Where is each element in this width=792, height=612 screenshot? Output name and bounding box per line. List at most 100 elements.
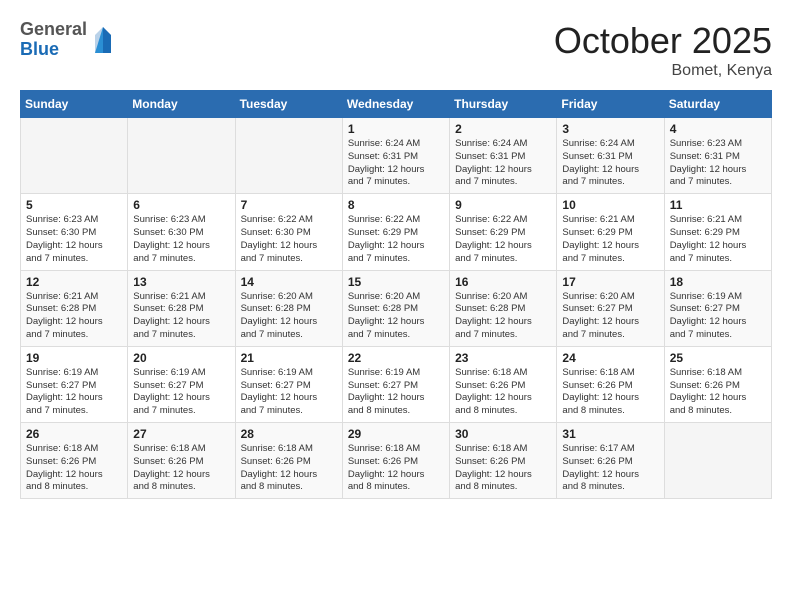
- logo-text: General Blue: [20, 20, 87, 60]
- calendar-week-row: 19 Sunrise: 6:19 AM Sunset: 6:27 PM Dayli…: [21, 346, 772, 422]
- calendar-cell: 16 Sunrise: 6:20 AM Sunset: 6:28 PM Dayli…: [450, 270, 557, 346]
- day-info: Sunrise: 6:21 AM Sunset: 6:29 PM Dayligh…: [670, 214, 766, 265]
- calendar-header-row: SundayMondayTuesdayWednesdayThursdayFrid…: [21, 91, 772, 118]
- day-number: 6: [133, 198, 229, 212]
- day-info: Sunrise: 6:17 AM Sunset: 6:26 PM Dayligh…: [562, 443, 658, 494]
- day-number: 29: [348, 427, 444, 441]
- calendar-cell: 21 Sunrise: 6:19 AM Sunset: 6:27 PM Dayli…: [235, 346, 342, 422]
- calendar-week-row: 26 Sunrise: 6:18 AM Sunset: 6:26 PM Dayli…: [21, 423, 772, 499]
- day-number: 21: [241, 351, 337, 365]
- day-number: 18: [670, 275, 766, 289]
- day-info: Sunrise: 6:19 AM Sunset: 6:27 PM Dayligh…: [133, 367, 229, 418]
- calendar-cell: 31 Sunrise: 6:17 AM Sunset: 6:26 PM Dayli…: [557, 423, 664, 499]
- calendar-cell: 30 Sunrise: 6:18 AM Sunset: 6:26 PM Dayli…: [450, 423, 557, 499]
- calendar-cell: 19 Sunrise: 6:19 AM Sunset: 6:27 PM Dayli…: [21, 346, 128, 422]
- day-number: 22: [348, 351, 444, 365]
- day-info: Sunrise: 6:18 AM Sunset: 6:26 PM Dayligh…: [133, 443, 229, 494]
- day-number: 24: [562, 351, 658, 365]
- day-info: Sunrise: 6:21 AM Sunset: 6:28 PM Dayligh…: [26, 291, 122, 342]
- day-info: Sunrise: 6:22 AM Sunset: 6:30 PM Dayligh…: [241, 214, 337, 265]
- day-number: 17: [562, 275, 658, 289]
- day-number: 26: [26, 427, 122, 441]
- day-info: Sunrise: 6:18 AM Sunset: 6:26 PM Dayligh…: [562, 367, 658, 418]
- calendar-cell: 25Sunrise: 6:18 AM Sunset: 6:26 PM Dayli…: [664, 346, 771, 422]
- day-info: Sunrise: 6:20 AM Sunset: 6:28 PM Dayligh…: [455, 291, 551, 342]
- day-info: Sunrise: 6:21 AM Sunset: 6:29 PM Dayligh…: [562, 214, 658, 265]
- day-info: Sunrise: 6:24 AM Sunset: 6:31 PM Dayligh…: [348, 138, 444, 189]
- day-info: Sunrise: 6:21 AM Sunset: 6:28 PM Dayligh…: [133, 291, 229, 342]
- calendar-cell: 28Sunrise: 6:18 AM Sunset: 6:26 PM Dayli…: [235, 423, 342, 499]
- day-info: Sunrise: 6:19 AM Sunset: 6:27 PM Dayligh…: [348, 367, 444, 418]
- day-info: Sunrise: 6:23 AM Sunset: 6:31 PM Dayligh…: [670, 138, 766, 189]
- title-area: October 2025 Bomet, Kenya: [554, 20, 772, 80]
- calendar-cell: 6Sunrise: 6:23 AM Sunset: 6:30 PM Daylig…: [128, 194, 235, 270]
- day-info: Sunrise: 6:18 AM Sunset: 6:26 PM Dayligh…: [348, 443, 444, 494]
- day-header-saturday: Saturday: [664, 91, 771, 118]
- calendar-cell: 5Sunrise: 6:23 AM Sunset: 6:30 PM Daylig…: [21, 194, 128, 270]
- day-number: 14: [241, 275, 337, 289]
- day-number: 2: [455, 122, 551, 136]
- logo-general: General: [20, 20, 87, 40]
- day-number: 19: [26, 351, 122, 365]
- day-info: Sunrise: 6:22 AM Sunset: 6:29 PM Dayligh…: [348, 214, 444, 265]
- calendar-cell: 8 Sunrise: 6:22 AM Sunset: 6:29 PM Daylig…: [342, 194, 449, 270]
- day-number: 30: [455, 427, 551, 441]
- day-number: 9: [455, 198, 551, 212]
- day-header-sunday: Sunday: [21, 91, 128, 118]
- day-number: 11: [670, 198, 766, 212]
- location: Bomet, Kenya: [554, 62, 772, 80]
- day-number: 7: [241, 198, 337, 212]
- logo-blue: Blue: [20, 40, 87, 60]
- day-number: 15: [348, 275, 444, 289]
- day-header-monday: Monday: [128, 91, 235, 118]
- calendar-table: SundayMondayTuesdayWednesdayThursdayFrid…: [20, 90, 772, 499]
- logo-icon: [91, 25, 111, 55]
- calendar-cell: 14 Sunrise: 6:20 AM Sunset: 6:28 PM Dayli…: [235, 270, 342, 346]
- calendar-week-row: 1Sunrise: 6:24 AM Sunset: 6:31 PM Daylig…: [21, 118, 772, 194]
- day-info: Sunrise: 6:18 AM Sunset: 6:26 PM Dayligh…: [455, 367, 551, 418]
- calendar-cell: 3Sunrise: 6:24 AM Sunset: 6:31 PM Daylig…: [557, 118, 664, 194]
- calendar-cell: [128, 118, 235, 194]
- calendar-cell: 29 Sunrise: 6:18 AM Sunset: 6:26 PM Dayli…: [342, 423, 449, 499]
- day-info: Sunrise: 6:19 AM Sunset: 6:27 PM Dayligh…: [26, 367, 122, 418]
- day-info: Sunrise: 6:24 AM Sunset: 6:31 PM Dayligh…: [562, 138, 658, 189]
- day-number: 27: [133, 427, 229, 441]
- calendar-cell: 2 Sunrise: 6:24 AM Sunset: 6:31 PM Daylig…: [450, 118, 557, 194]
- logo: General Blue: [20, 20, 111, 60]
- month-title: October 2025: [554, 20, 772, 62]
- day-info: Sunrise: 6:24 AM Sunset: 6:31 PM Dayligh…: [455, 138, 551, 189]
- day-header-thursday: Thursday: [450, 91, 557, 118]
- day-number: 31: [562, 427, 658, 441]
- calendar-cell: 12 Sunrise: 6:21 AM Sunset: 6:28 PM Dayli…: [21, 270, 128, 346]
- day-header-tuesday: Tuesday: [235, 91, 342, 118]
- calendar-cell: 1Sunrise: 6:24 AM Sunset: 6:31 PM Daylig…: [342, 118, 449, 194]
- calendar-cell: 24 Sunrise: 6:18 AM Sunset: 6:26 PM Dayli…: [557, 346, 664, 422]
- day-header-friday: Friday: [557, 91, 664, 118]
- day-info: Sunrise: 6:22 AM Sunset: 6:29 PM Dayligh…: [455, 214, 551, 265]
- day-number: 16: [455, 275, 551, 289]
- day-number: 12: [26, 275, 122, 289]
- calendar-cell: 10 Sunrise: 6:21 AM Sunset: 6:29 PM Dayli…: [557, 194, 664, 270]
- calendar-week-row: 5Sunrise: 6:23 AM Sunset: 6:30 PM Daylig…: [21, 194, 772, 270]
- calendar-cell: 26 Sunrise: 6:18 AM Sunset: 6:26 PM Dayli…: [21, 423, 128, 499]
- day-number: 10: [562, 198, 658, 212]
- day-number: 5: [26, 198, 122, 212]
- day-number: 20: [133, 351, 229, 365]
- day-info: Sunrise: 6:19 AM Sunset: 6:27 PM Dayligh…: [241, 367, 337, 418]
- day-info: Sunrise: 6:18 AM Sunset: 6:26 PM Dayligh…: [455, 443, 551, 494]
- calendar-cell: 22 Sunrise: 6:19 AM Sunset: 6:27 PM Dayli…: [342, 346, 449, 422]
- calendar-cell: [235, 118, 342, 194]
- calendar-cell: 17 Sunrise: 6:20 AM Sunset: 6:27 PM Dayli…: [557, 270, 664, 346]
- day-number: 8: [348, 198, 444, 212]
- calendar-cell: 27 Sunrise: 6:18 AM Sunset: 6:26 PM Dayli…: [128, 423, 235, 499]
- day-info: Sunrise: 6:20 AM Sunset: 6:27 PM Dayligh…: [562, 291, 658, 342]
- day-number: 25: [670, 351, 766, 365]
- day-info: Sunrise: 6:20 AM Sunset: 6:28 PM Dayligh…: [241, 291, 337, 342]
- day-info: Sunrise: 6:18 AM Sunset: 6:26 PM Dayligh…: [26, 443, 122, 494]
- day-number: 13: [133, 275, 229, 289]
- day-number: 28: [241, 427, 337, 441]
- day-number: 4: [670, 122, 766, 136]
- day-info: Sunrise: 6:19 AM Sunset: 6:27 PM Dayligh…: [670, 291, 766, 342]
- calendar-cell: 13 Sunrise: 6:21 AM Sunset: 6:28 PM Dayli…: [128, 270, 235, 346]
- calendar-cell: [21, 118, 128, 194]
